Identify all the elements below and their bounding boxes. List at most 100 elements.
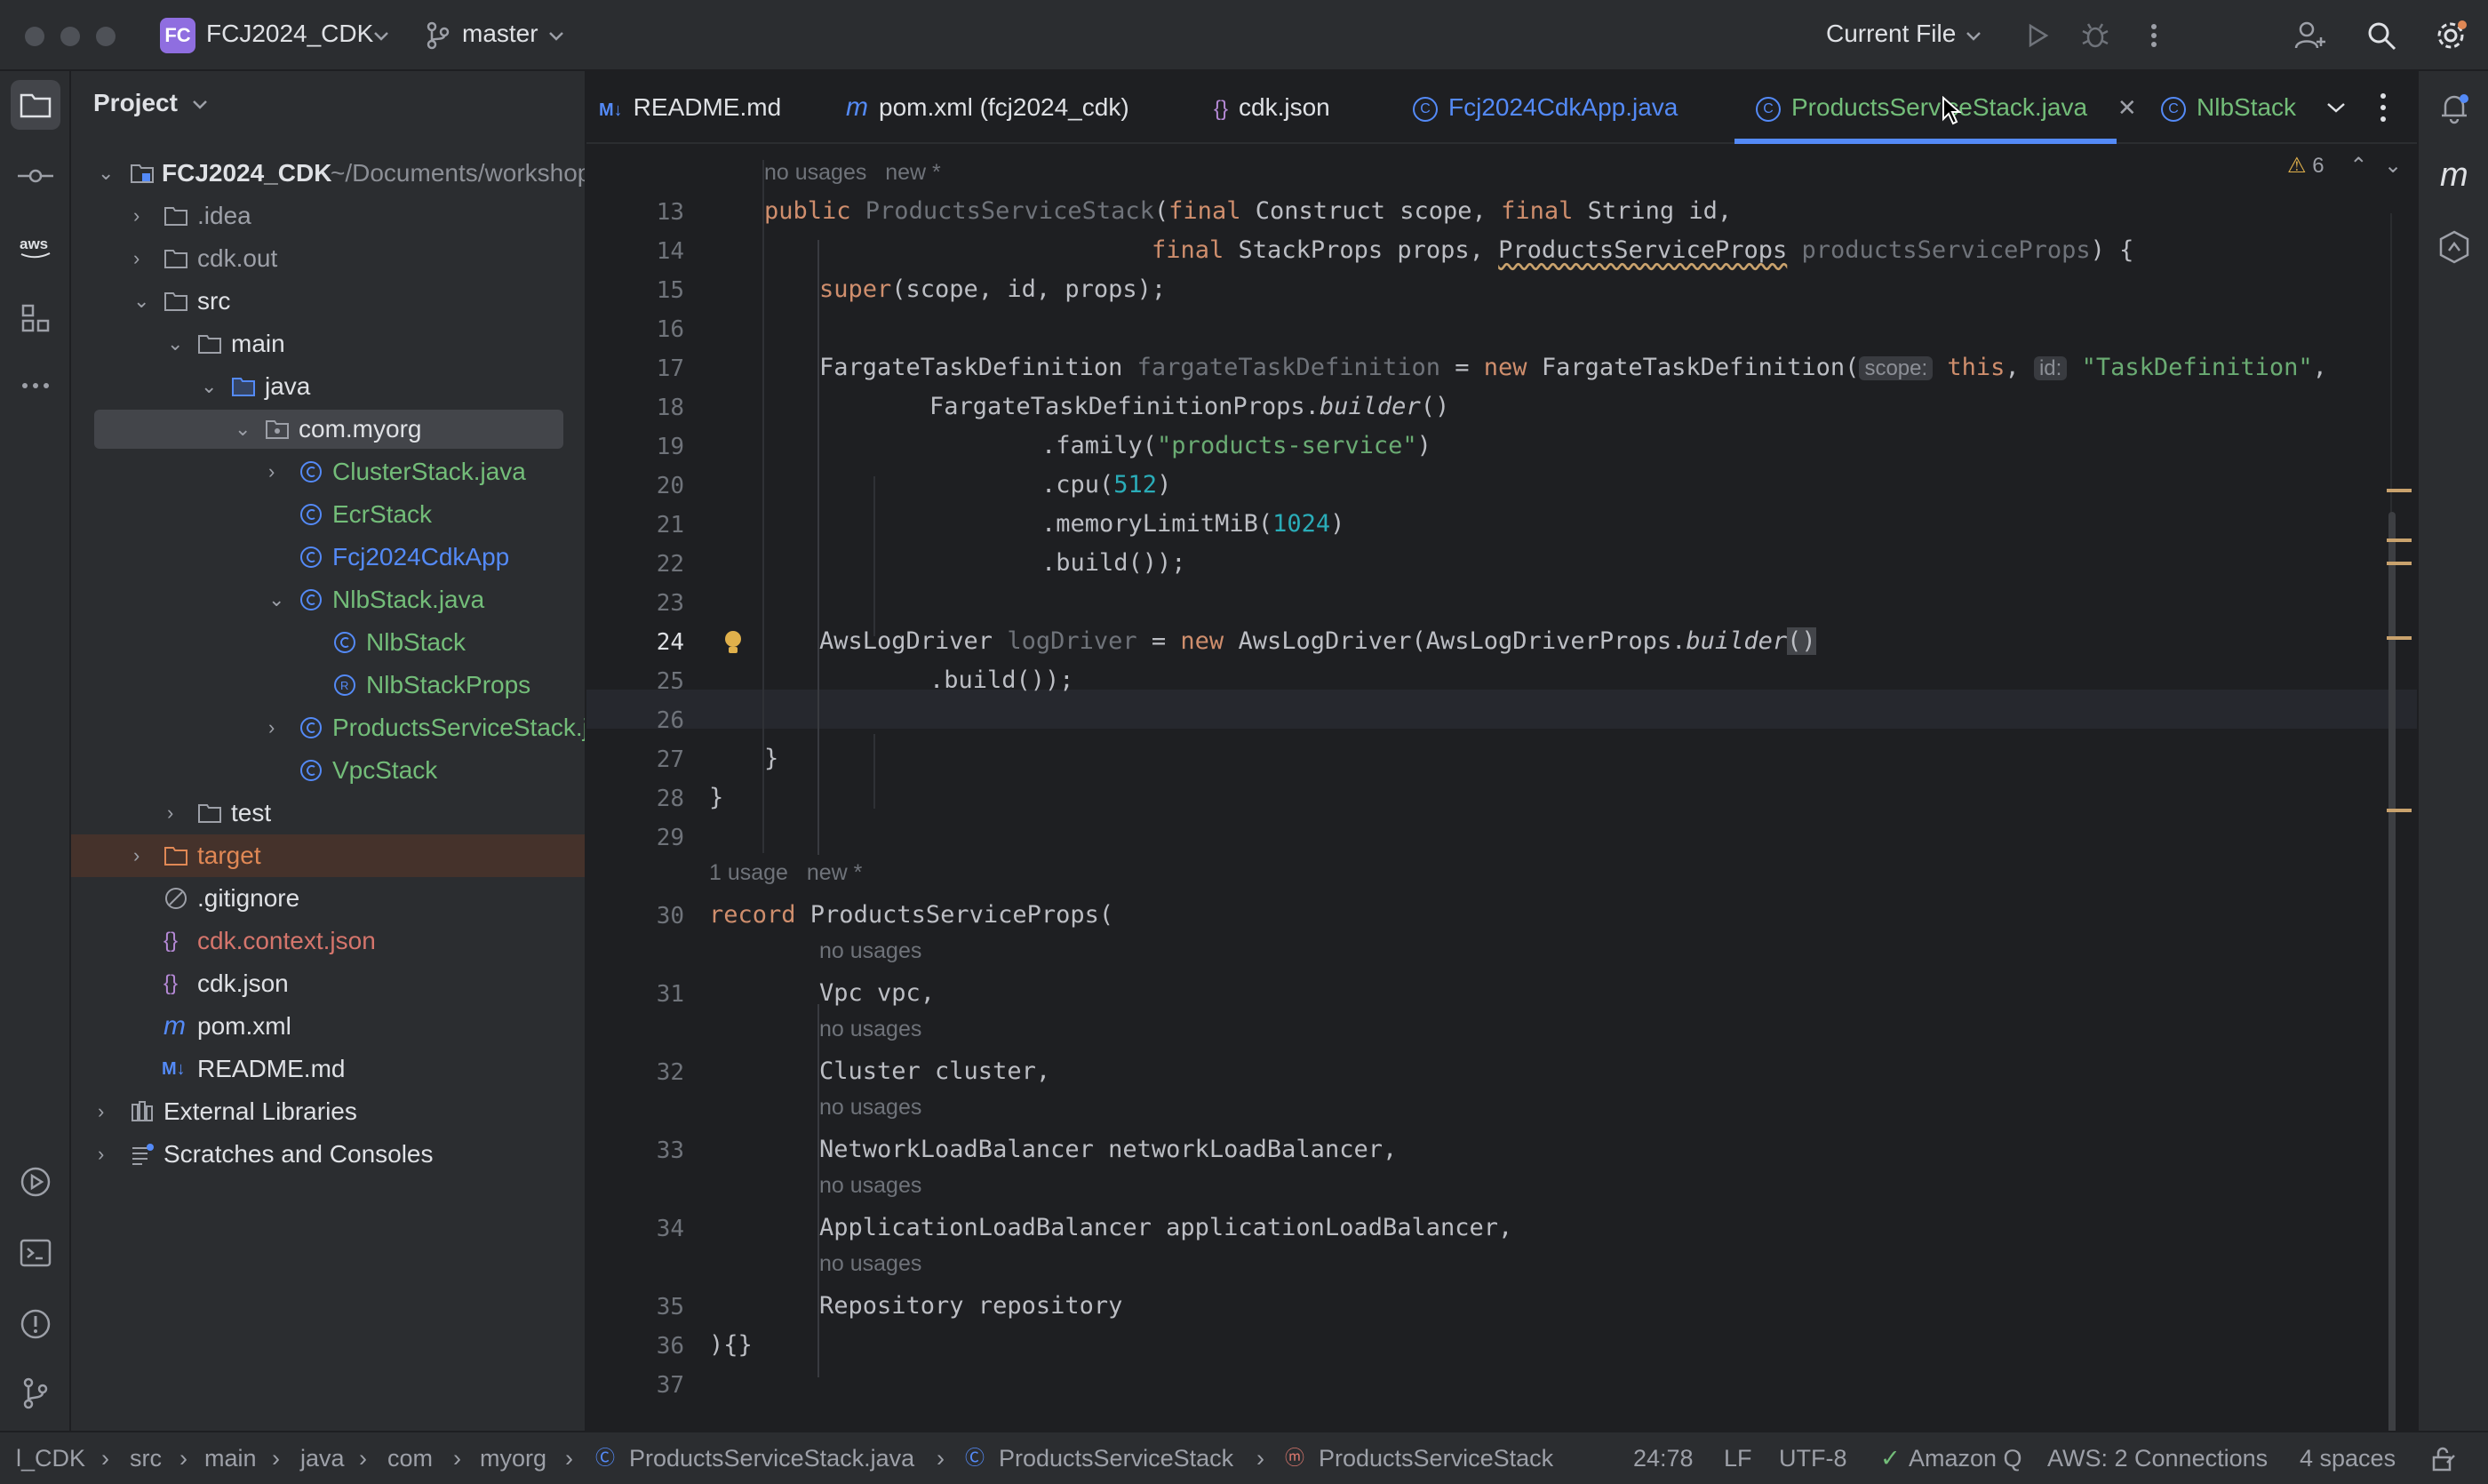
tree-item-external-libraries[interactable]: › External Libraries xyxy=(71,1090,585,1133)
services-tool-button[interactable] xyxy=(11,1157,60,1207)
tree-item-gitignore[interactable]: .gitignore xyxy=(71,877,585,920)
chevron-down-icon[interactable] xyxy=(192,99,208,111)
project-name[interactable]: FCJ2024_CDK xyxy=(206,20,373,48)
git-branch-icon[interactable] xyxy=(425,21,451,50)
maven-tool-icon[interactable]: m xyxy=(2440,156,2468,195)
warning-marker[interactable] xyxy=(2387,539,2412,542)
chevron-right-icon[interactable]: › xyxy=(268,451,290,493)
breadcrumb-item[interactable]: main xyxy=(204,1432,257,1484)
code-line-32[interactable]: Cluster cluster, xyxy=(819,1057,1050,1085)
code-vision-usages[interactable]: no usages xyxy=(819,938,921,964)
code-line-17[interactable]: FargateTaskDefinition fargateTaskDefinit… xyxy=(819,354,2327,381)
tree-item-target[interactable]: › target xyxy=(71,834,585,877)
tree-item-com-myorg[interactable]: ⌄ com.myorg xyxy=(71,408,585,451)
more-vertical-icon[interactable] xyxy=(2136,18,2172,53)
chevron-down-icon[interactable] xyxy=(1966,30,1982,43)
code-line-34[interactable]: ApplicationLoadBalancer applicationLoadB… xyxy=(819,1214,1512,1241)
chevron-down-icon[interactable]: ⌄ xyxy=(201,365,222,408)
project-tool-button[interactable] xyxy=(11,80,60,130)
tab-list-chevron-icon[interactable] xyxy=(2326,101,2346,114)
amazon-q-status[interactable]: Amazon Q xyxy=(1909,1432,2022,1484)
tree-item-cdk-json[interactable]: {} cdk.json xyxy=(71,962,585,1005)
code-line-24[interactable]: AwsLogDriver logDriver = new AwsLogDrive… xyxy=(819,627,1816,655)
breadcrumb-item[interactable]: src xyxy=(130,1432,162,1484)
code-vision-usages[interactable]: no usages xyxy=(819,1173,921,1199)
line-separator[interactable]: LF xyxy=(1724,1432,1752,1484)
chevron-down-icon[interactable]: ⌄ xyxy=(167,323,188,365)
code-line-22[interactable]: .build()); xyxy=(1041,549,1186,577)
warning-marker[interactable] xyxy=(2387,489,2412,492)
code-line-31[interactable]: Vpc vpc, xyxy=(819,979,935,1007)
breadcrumb-item[interactable]: ProductsServiceStack xyxy=(1319,1432,1553,1484)
structure-tool-button[interactable] xyxy=(11,293,60,343)
tree-item-vpcstack[interactable]: VpcStack xyxy=(71,749,585,792)
add-user-icon[interactable] xyxy=(2293,18,2328,53)
code-line-36[interactable]: ){} xyxy=(709,1331,753,1359)
tree-item-readme[interactable]: M↓ README.md xyxy=(71,1048,585,1090)
search-icon[interactable] xyxy=(2364,18,2399,53)
code-line-20[interactable]: .cpu(512) xyxy=(1041,471,1171,499)
code-vision-usages[interactable]: no usages xyxy=(819,1251,921,1277)
chevron-down-icon[interactable]: ⌄ xyxy=(98,152,119,195)
tree-item-root[interactable]: ⌄ FCJ2024_CDK ~/Documents/workshop xyxy=(71,152,585,195)
close-window-button[interactable] xyxy=(25,27,44,46)
breadcrumb-item[interactable]: ProductsServiceStack.java xyxy=(629,1432,914,1484)
more-tools-button[interactable] xyxy=(11,361,60,411)
code-line-14[interactable]: final StackProps props, ProductsServiceP… xyxy=(1152,236,2133,264)
tree-item-test[interactable]: › test xyxy=(71,792,585,834)
branch-name[interactable]: master xyxy=(462,20,538,48)
code-line-21[interactable]: .memoryLimitMiB(1024) xyxy=(1041,510,1344,538)
warning-marker[interactable] xyxy=(2387,636,2412,640)
terminal-tool-button[interactable] xyxy=(11,1228,60,1278)
tab-cdk-json[interactable]: {} cdk.json xyxy=(1214,71,1330,144)
previous-highlight-icon[interactable]: ⌃ xyxy=(2349,154,2367,178)
tree-item-nlbstack[interactable]: NlbStack xyxy=(71,621,585,664)
tab-readme[interactable]: M↓ README.md xyxy=(599,71,781,144)
breadcrumb-item[interactable]: l_CDK xyxy=(16,1432,85,1484)
tree-item-java[interactable]: ⌄ java xyxy=(71,365,585,408)
breadcrumb-item[interactable]: com xyxy=(387,1432,433,1484)
breadcrumb-item[interactable]: ProductsServiceStack xyxy=(999,1432,1233,1484)
tree-item-productsservicestack[interactable]: › ProductsServiceStack.java xyxy=(71,706,585,749)
code-line-15[interactable]: super(scope, id, props); xyxy=(819,275,1166,303)
commit-tool-button[interactable] xyxy=(11,151,60,201)
caret-position[interactable]: 24:78 xyxy=(1633,1432,1694,1484)
tab-fcj2024cdkapp[interactable]: C Fcj2024CdkApp.java xyxy=(1413,71,1678,144)
tree-item-main[interactable]: ⌄ main xyxy=(71,323,585,365)
tree-item-nlbstack-java[interactable]: ⌄ NlbStack.java xyxy=(71,578,585,621)
tree-item-fcj2024cdkapp[interactable]: Fcj2024CdkApp xyxy=(71,536,585,578)
breadcrumb-item[interactable]: myorg xyxy=(480,1432,546,1484)
aws-connections-status[interactable]: AWS: 2 Connections xyxy=(2047,1432,2268,1484)
chevron-right-icon[interactable]: › xyxy=(133,834,155,877)
code-line-30[interactable]: record ProductsServiceProps( xyxy=(709,901,1113,929)
chevron-down-icon[interactable]: ⌄ xyxy=(268,578,290,621)
code-line-28[interactable]: } xyxy=(709,784,723,811)
chevron-down-icon[interactable]: ⌄ xyxy=(133,280,155,323)
warning-marker[interactable] xyxy=(2387,562,2412,565)
code-vision-usages[interactable]: 1 usage new * xyxy=(709,860,862,886)
warning-marker[interactable] xyxy=(2387,809,2412,812)
notifications-bell-icon[interactable] xyxy=(2436,91,2472,126)
chevron-right-icon[interactable]: › xyxy=(133,237,155,280)
code-line-35[interactable]: Repository repository xyxy=(819,1292,1122,1320)
minimize-window-button[interactable] xyxy=(60,27,80,46)
intention-bulb-icon[interactable] xyxy=(723,629,743,658)
file-encoding[interactable]: UTF-8 xyxy=(1779,1432,1847,1484)
run-configuration[interactable]: Current File xyxy=(1826,20,1956,48)
tab-pom-xml[interactable]: m pom.xml (fcj2024_cdk) xyxy=(846,71,1129,144)
inspection-widget[interactable]: ⚠ 6 ⌃ ⌄ xyxy=(2287,153,2402,179)
zoom-window-button[interactable] xyxy=(96,27,116,46)
read-only-toggle-icon[interactable] xyxy=(2431,1447,2456,1472)
aws-q-hexagon-icon[interactable] xyxy=(2436,229,2472,265)
code-line-27[interactable]: } xyxy=(764,745,778,772)
chevron-right-icon[interactable]: › xyxy=(98,1133,119,1176)
more-vertical-icon[interactable] xyxy=(2378,91,2388,124)
tree-item-scratches[interactable]: › Scratches and Consoles xyxy=(71,1133,585,1176)
code-vision-usages[interactable]: no usages new * xyxy=(764,160,941,186)
code-line-25[interactable]: .build()); xyxy=(929,666,1074,694)
chevron-right-icon[interactable]: › xyxy=(167,792,188,834)
run-icon[interactable] xyxy=(2019,18,2054,53)
debug-icon[interactable] xyxy=(2077,18,2113,53)
code-vision-usages[interactable]: no usages xyxy=(819,1095,921,1121)
code-line-13[interactable]: public ProductsServiceStack(final Constr… xyxy=(764,197,1732,225)
